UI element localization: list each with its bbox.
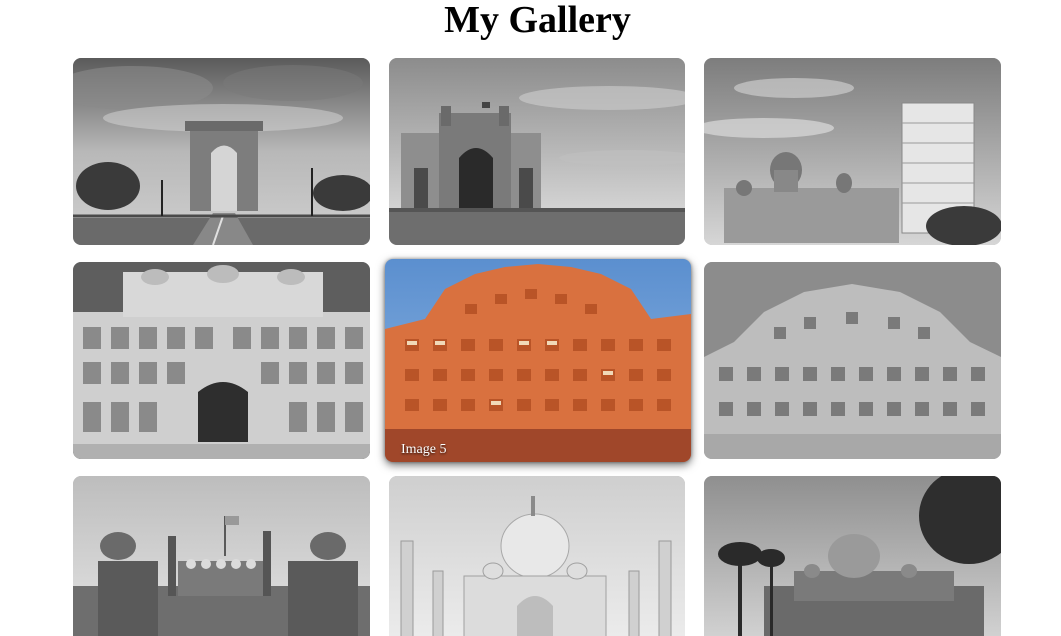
red-fort-image (73, 476, 370, 636)
gallery-image-4[interactable] (73, 262, 370, 459)
gallery-image-2[interactable] (389, 58, 685, 245)
hawa-mahal-grayscale-image (704, 262, 1001, 459)
gallery-image-6[interactable] (704, 262, 1001, 459)
gallery-image-9[interactable] (704, 476, 1001, 636)
gallery-image-5[interactable]: Image 5 (385, 259, 691, 462)
image-caption: Image 5 (401, 442, 447, 457)
city-palace-image (73, 262, 370, 459)
taj-hotel-image (704, 58, 1001, 245)
gallery-image-3[interactable] (704, 58, 1001, 245)
india-gate-image (73, 58, 370, 245)
gallery-image-7[interactable] (73, 476, 370, 636)
gateway-of-india-image (389, 58, 685, 245)
taj-mahal-image (389, 476, 685, 636)
gallery-image-8[interactable] (389, 476, 685, 636)
gallery-image-1[interactable] (73, 58, 370, 245)
hawa-mahal-color-image (385, 259, 691, 462)
page-title: My Gallery (444, 0, 631, 41)
humayuns-tomb-image (704, 476, 1001, 636)
